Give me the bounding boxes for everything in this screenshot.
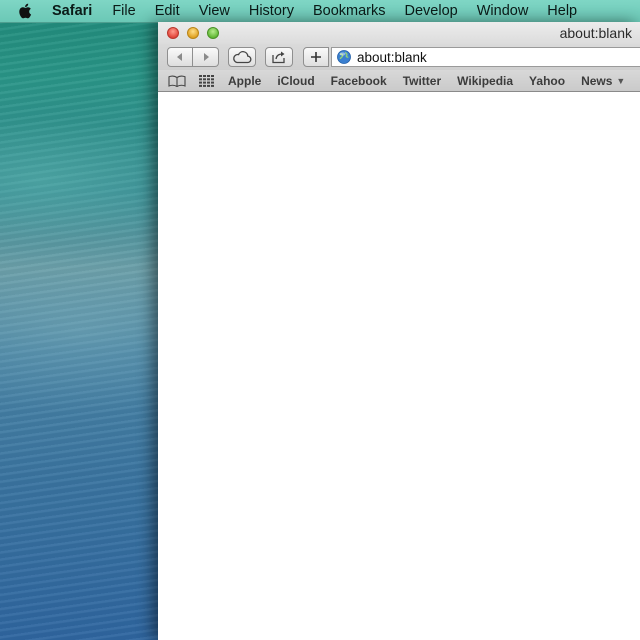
window-title: about:blank: [559, 25, 632, 41]
menu-bar: Safari File Edit View History Bookmarks …: [0, 0, 640, 23]
zoom-window-button[interactable]: [207, 27, 219, 39]
bookmark-news-label: News: [581, 73, 613, 88]
safari-window: about:blank about:blank Apple iCloud Fac…: [158, 22, 640, 640]
toolbar: about:blank: [158, 44, 640, 70]
forward-button[interactable]: [193, 47, 219, 67]
back-button[interactable]: [167, 47, 193, 67]
bookmark-facebook[interactable]: Facebook: [331, 74, 387, 88]
bookmarks-bar: Apple iCloud Facebook Twitter Wikipedia …: [158, 70, 640, 92]
address-bar[interactable]: about:blank: [331, 47, 640, 67]
share-icon: [272, 51, 285, 64]
back-arrow-icon: [177, 53, 182, 61]
traffic-lights: [167, 27, 219, 39]
menu-view[interactable]: View: [199, 3, 230, 19]
globe-icon: [337, 50, 351, 64]
menu-bookmarks[interactable]: Bookmarks: [313, 3, 386, 19]
menu-help[interactable]: Help: [547, 3, 577, 19]
menu-history[interactable]: History: [249, 3, 294, 19]
triangle-down-icon: ▼: [616, 75, 626, 86]
nav-buttons: [167, 47, 219, 67]
menu-window[interactable]: Window: [477, 3, 529, 19]
bookmark-icloud[interactable]: iCloud: [277, 74, 314, 88]
cloud-icon: [233, 51, 252, 64]
bookmark-apple[interactable]: Apple: [228, 74, 261, 88]
page-content[interactable]: [158, 92, 640, 640]
grid-icon[interactable]: [199, 74, 214, 87]
apple-logo-icon[interactable]: [18, 2, 36, 20]
bookmark-wikipedia[interactable]: Wikipedia: [457, 74, 513, 88]
minimize-window-button[interactable]: [187, 27, 199, 39]
share-button[interactable]: [265, 47, 293, 67]
menu-develop[interactable]: Develop: [405, 3, 458, 19]
bookmark-news-menu[interactable]: News ▼: [581, 74, 625, 88]
close-window-button[interactable]: [167, 27, 179, 39]
title-bar[interactable]: about:blank: [158, 22, 640, 44]
book-icon[interactable]: [168, 75, 186, 87]
menu-edit[interactable]: Edit: [155, 3, 180, 19]
bookmark-twitter[interactable]: Twitter: [403, 74, 441, 88]
new-tab-button[interactable]: [303, 47, 329, 67]
menu-app-safari[interactable]: Safari: [52, 3, 92, 19]
address-text: about:blank: [357, 49, 427, 65]
menu-file[interactable]: File: [112, 3, 135, 19]
forward-arrow-icon: [203, 53, 209, 61]
bookmark-yahoo[interactable]: Yahoo: [529, 74, 565, 88]
icloud-tabs-button[interactable]: [228, 47, 256, 67]
plus-icon: [311, 52, 321, 62]
